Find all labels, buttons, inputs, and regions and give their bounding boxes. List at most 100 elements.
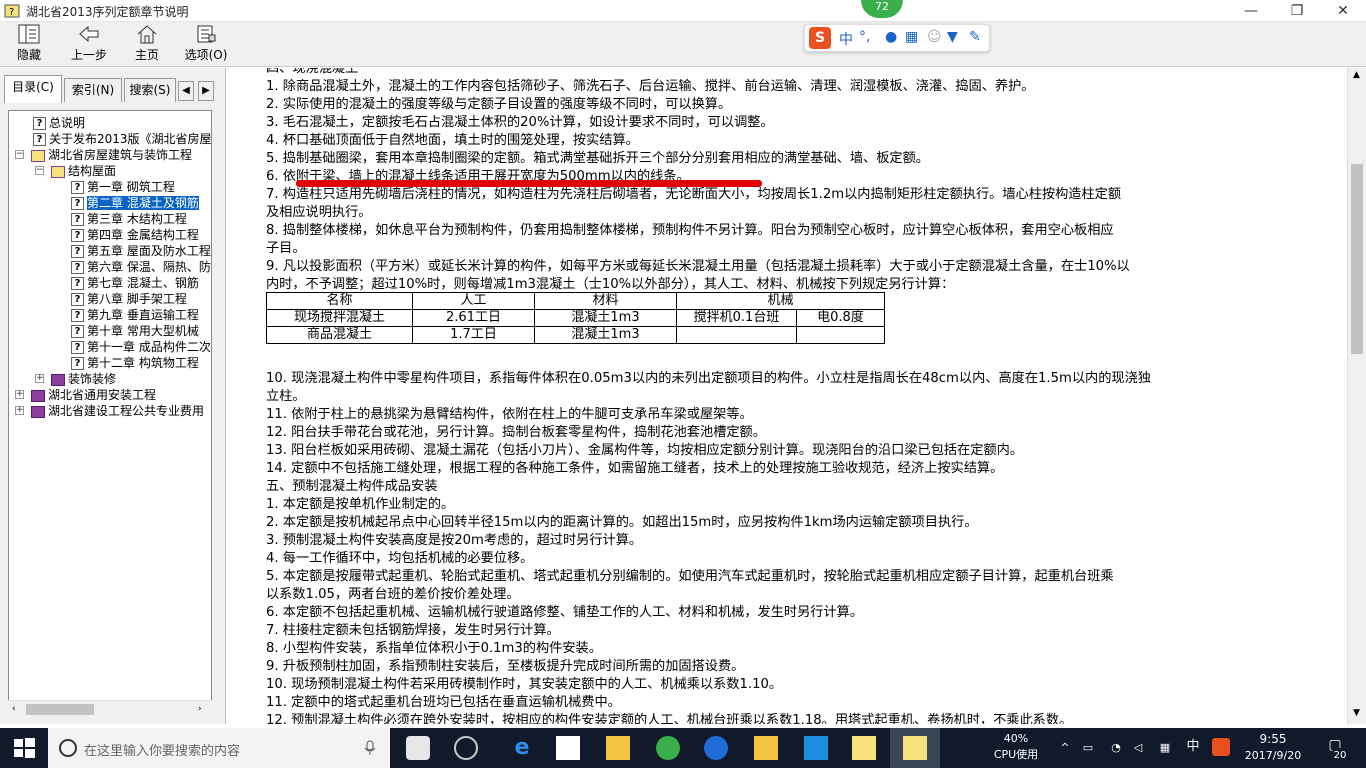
scroll-right-arrow-icon[interactable]: › bbox=[198, 704, 202, 714]
tree-item-label: 第四章 金属结构工程 bbox=[87, 228, 199, 242]
hide-button[interactable]: 隐藏 bbox=[6, 24, 52, 66]
taskbar-search[interactable]: 在这里输入你要搜索的内容 bbox=[48, 728, 390, 768]
table-cell bbox=[676, 326, 797, 344]
edge-browser-icon[interactable]: e bbox=[510, 736, 534, 760]
toolbar: 隐藏 上一步 主页 选项(O) bbox=[0, 22, 1366, 67]
user-icon[interactable]: ☺ bbox=[927, 29, 942, 45]
tab-search[interactable]: 搜索(S) bbox=[124, 78, 176, 102]
tree-item-label: 第一章 砌筑工程 bbox=[87, 180, 175, 194]
tree-item[interactable]: 湖北省建设工程公共专业费用 bbox=[31, 403, 204, 419]
cpu-usage-value: 40% bbox=[1003, 732, 1029, 745]
options-button[interactable]: 选项(O) bbox=[182, 24, 230, 66]
minimize-button[interactable]: — bbox=[1228, 0, 1274, 22]
restore-button[interactable]: ❐ bbox=[1274, 0, 1320, 22]
scroll-left-arrow-icon[interactable]: ‹ bbox=[12, 704, 16, 714]
ime-punct-toggle[interactable]: °, bbox=[859, 29, 870, 45]
tree-item[interactable]: ? 第三章 木结构工程 bbox=[71, 211, 187, 227]
home-button[interactable]: 主页 bbox=[124, 24, 170, 66]
tree-item[interactable]: ? 总说明 bbox=[33, 115, 85, 131]
cortana-ring-icon[interactable] bbox=[454, 736, 478, 760]
tree-item[interactable]: ? 第五章 屋面及防水工程 bbox=[71, 243, 211, 259]
file-explorer-icon[interactable] bbox=[606, 736, 630, 760]
content-line: 7. 构造柱只适用先砌墙后浇柱的情况，如构造柱为先浇柱后砌墙者，无论断面大小，均… bbox=[266, 187, 1122, 202]
active-help-window-button[interactable] bbox=[890, 728, 940, 768]
notes-app-icon[interactable] bbox=[754, 736, 778, 760]
content-line: 5. 捣制基础圈梁，套用本章捣制圈梁的定额。箱式满堂基础拆开三个部分分别套用相应… bbox=[266, 151, 929, 166]
table-cell bbox=[796, 326, 885, 344]
help-app-icon[interactable] bbox=[852, 736, 876, 760]
keyboard-icon[interactable]: ▦ bbox=[905, 29, 918, 45]
expand-toggle[interactable]: + bbox=[15, 390, 24, 399]
task-view-icon[interactable] bbox=[406, 736, 430, 760]
table-header-cell: 材料 bbox=[534, 292, 677, 310]
scroll-up-arrow-icon[interactable]: ▲ bbox=[1353, 70, 1360, 80]
tree-item[interactable]: ? 第七章 混凝土、钢筋 bbox=[71, 275, 199, 291]
tree-item[interactable]: ? 第六章 保温、隔热、防 bbox=[71, 259, 211, 275]
tab-contents[interactable]: 目录(C) bbox=[4, 75, 62, 103]
content-line: 14. 定额中不包括施工缝处理，根据工程的各种施工条件，如需留施工缝者，技术上的… bbox=[266, 461, 1004, 476]
tree-item-selected[interactable]: ? 第二章 混凝土及钢筋 bbox=[71, 195, 199, 211]
options-icon bbox=[197, 25, 216, 43]
tab-scroll-right-button[interactable]: ▶ bbox=[198, 81, 214, 101]
tree-item[interactable]: ? 第十一章 成品构件二次 bbox=[71, 339, 211, 355]
ime-language-indicator[interactable]: 中 bbox=[1184, 740, 1202, 754]
content-line: 立柱。 bbox=[266, 389, 306, 404]
help-app-icon: ? bbox=[4, 4, 20, 18]
close-button[interactable]: ✕ bbox=[1320, 0, 1366, 22]
back-button[interactable]: 上一步 bbox=[66, 24, 112, 66]
scroll-down-arrow-icon[interactable]: ▼ bbox=[1353, 708, 1360, 718]
microphone-icon[interactable]: ● bbox=[885, 29, 897, 45]
content-line: 4. 每一工作循环中，均包括机械的必要位移。 bbox=[266, 551, 534, 566]
concrete-adjustment-table: 名称 人工 材料 机械 现场搅拌混凝土 2.61工日 混凝土1m3 搅拌机0.1… bbox=[266, 292, 885, 344]
browser-g-icon[interactable] bbox=[704, 736, 728, 760]
collapse-toggle[interactable]: − bbox=[15, 150, 24, 159]
wrench-icon[interactable]: ✎ bbox=[969, 29, 981, 45]
expand-toggle[interactable]: + bbox=[15, 406, 24, 415]
tree-item[interactable]: 结构屋面 bbox=[51, 163, 116, 179]
sogou-tray-icon[interactable] bbox=[1212, 738, 1230, 756]
content-vertical-scrollbar[interactable]: ▲ ▼ bbox=[1347, 68, 1366, 724]
skin-shirt-icon[interactable]: ▼ bbox=[947, 29, 958, 45]
table-row: 商品混凝土 1.7工日 混凝土1m3 bbox=[266, 326, 885, 344]
cortana-circle-icon bbox=[59, 739, 77, 757]
clock-time[interactable]: 9:55 bbox=[1238, 732, 1308, 746]
volume-icon[interactable]: ◁ bbox=[1130, 741, 1146, 755]
scroll-thumb[interactable] bbox=[26, 704, 94, 715]
content-line: 3. 预制混凝土构件安装高度是按20m考虑的，超过时另行计算。 bbox=[266, 533, 643, 548]
keyboard-icon[interactable]: ▦ bbox=[1154, 741, 1176, 755]
tree-item[interactable]: ? 第一章 砌筑工程 bbox=[71, 179, 175, 195]
clock-date[interactable]: 2017/9/20 bbox=[1238, 749, 1308, 763]
table-cell: 电0.8度 bbox=[796, 309, 885, 327]
help-page-icon: ? bbox=[71, 309, 84, 322]
store-icon[interactable] bbox=[556, 736, 580, 760]
tree-horizontal-scrollbar[interactable]: ‹ › bbox=[8, 700, 212, 717]
wifi-icon[interactable]: ◔ bbox=[1108, 741, 1124, 755]
tree-item[interactable]: ? 第九章 垂直运输工程 bbox=[71, 307, 199, 323]
sogou-logo-icon[interactable]: S bbox=[809, 27, 831, 49]
tab-scroll-left-button[interactable]: ◀ bbox=[178, 81, 194, 101]
plus-app-icon[interactable] bbox=[804, 736, 828, 760]
content-line: 11. 定额中的塔式起重机台班均已包括在垂直运输机械费中。 bbox=[266, 695, 621, 710]
tree-item[interactable]: 装饰装修 bbox=[51, 371, 116, 387]
windows-start-icon[interactable] bbox=[12, 736, 36, 760]
scroll-thumb[interactable] bbox=[1351, 164, 1363, 354]
tab-index[interactable]: 索引(N) bbox=[64, 78, 122, 102]
table-cell: 商品混凝土 bbox=[266, 326, 413, 344]
content-line: 4. 杯口基础顶面低于自然地面，填土时的围笼处理，按实结算。 bbox=[266, 133, 639, 148]
tree-item[interactable]: 湖北省通用安装工程 bbox=[31, 387, 156, 403]
green-app-icon[interactable] bbox=[656, 736, 680, 760]
help-app-icon bbox=[903, 736, 927, 760]
tree-item[interactable]: ? 第十二章 构筑物工程 bbox=[71, 355, 199, 371]
tree-item[interactable]: ? 第四章 金属结构工程 bbox=[71, 227, 199, 243]
show-hidden-icons-icon[interactable]: ^ bbox=[1058, 741, 1072, 755]
help-page-icon: ? bbox=[71, 229, 84, 242]
tree-item[interactable]: ? 第八章 脚手架工程 bbox=[71, 291, 187, 307]
tree-item[interactable]: ? 第十章 常用大型机械 bbox=[71, 323, 199, 339]
expand-toggle[interactable]: + bbox=[35, 374, 44, 383]
microphone-icon[interactable] bbox=[364, 740, 376, 756]
battery-icon[interactable]: ▭ bbox=[1080, 741, 1096, 755]
tree-item[interactable]: 湖北省房屋建筑与装饰工程 bbox=[31, 147, 192, 163]
tree-item[interactable]: ? 关于发布2013版《湖北省房屋 bbox=[33, 131, 211, 147]
collapse-toggle[interactable]: − bbox=[35, 166, 44, 175]
ime-lang-toggle[interactable]: 中 bbox=[839, 29, 853, 49]
